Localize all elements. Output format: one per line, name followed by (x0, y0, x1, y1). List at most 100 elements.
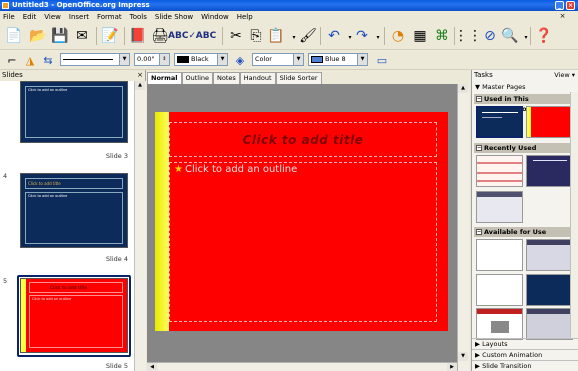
menu-window[interactable]: Window (201, 13, 229, 21)
menu-format[interactable]: Format (97, 13, 122, 21)
slide-thumbnail-4[interactable]: Click to add title Click to add an outli… (20, 173, 128, 248)
recently-used-header[interactable]: − Recently Used (474, 143, 577, 153)
master-page-photo[interactable] (476, 308, 523, 340)
area-color-select[interactable]: Blue 8 ▼ (308, 53, 368, 66)
scroll-up-icon[interactable]: ▲ (135, 81, 145, 90)
line-color-swatch (177, 55, 189, 63)
line-color-select[interactable]: Black ▼ (174, 53, 228, 66)
zoom-icon[interactable]: 🔍 (500, 26, 520, 46)
master-page-slate[interactable] (526, 308, 573, 340)
help-icon[interactable]: ❓ (534, 26, 554, 46)
workspace-horizontal-scrollbar[interactable]: ◀ ▶ (147, 362, 457, 371)
area-style-select[interactable]: Color ▼ (252, 53, 304, 66)
layouts-section[interactable]: ▶ Layouts (472, 338, 578, 349)
menu-edit[interactable]: Edit (23, 13, 37, 21)
close-panel-icon[interactable]: × (137, 70, 143, 80)
arrow-style-icon[interactable]: ⇆ (40, 52, 56, 68)
custom-animation-section[interactable]: ▶ Custom Animation (472, 349, 578, 360)
spellcheck-icon[interactable]: ABC✓ (168, 26, 196, 46)
scroll-down-icon[interactable]: ▼ (458, 352, 468, 361)
tasks-view-menu[interactable]: View ▾ (554, 70, 575, 81)
close-document-icon[interactable]: × (558, 12, 567, 21)
chevron-down-icon: ▼ (293, 54, 303, 65)
navigator-icon[interactable]: ⌘ (432, 26, 452, 46)
thumb-title-text: Click to add title (28, 181, 61, 186)
slides-scrollbar[interactable]: ▲ (134, 81, 146, 371)
menu-file[interactable]: File (3, 13, 15, 21)
slides-list[interactable]: Click to add an outline Slide 3 4 Click … (0, 81, 134, 371)
slide-label: Slide 4 (105, 255, 128, 263)
master-page-navy[interactable] (526, 155, 573, 187)
slide-number: 4 (3, 172, 8, 180)
menu-slide-show[interactable]: Slide Show (155, 13, 193, 21)
redo-icon[interactable]: ↷ (352, 26, 372, 46)
slide-transition-title: Slide Transition (482, 362, 532, 370)
available-for-use-header[interactable]: − Available for Use (474, 227, 577, 237)
master-page-white[interactable] (476, 239, 523, 271)
master-page-lavender[interactable] (526, 239, 573, 271)
chart-icon[interactable]: ◔ (388, 26, 408, 46)
chevron-down-icon: ▼ (217, 54, 227, 65)
slide-thumbnail-5[interactable]: Click to add title Click to add an outli… (20, 278, 128, 353)
draw-functions-icon[interactable]: ⊘ (480, 26, 500, 46)
menu-tools[interactable]: Tools (130, 13, 147, 21)
master-page-dark-blue[interactable] (476, 106, 523, 138)
minimize-button[interactable]: _ (555, 1, 564, 10)
tab-notes[interactable]: Notes (213, 72, 240, 84)
menu-help[interactable]: Help (237, 13, 253, 21)
thumb-yellow-bar (21, 279, 26, 352)
scroll-up-icon[interactable]: ▲ (458, 84, 468, 93)
menu-view[interactable]: View (44, 13, 61, 21)
line-icon[interactable]: ◮ (22, 52, 38, 68)
print-icon[interactable]: 🖨 (150, 26, 170, 46)
export-pdf-icon[interactable]: 📕 (128, 26, 148, 46)
app-icon (2, 2, 9, 9)
tasks-panel: Tasks View ▾ ▼ Master Pages − Used in Thi… (471, 70, 578, 371)
tasks-panel-title: Tasks (474, 71, 493, 79)
menu-insert[interactable]: Insert (69, 13, 89, 21)
open-folder-icon[interactable]: 📂 (28, 26, 48, 46)
shadow-icon[interactable]: ▭ (374, 52, 390, 68)
grid-icon[interactable]: ⋮⋮ (454, 26, 482, 46)
title-placeholder[interactable]: Click to add title (169, 122, 437, 157)
tab-slide-sorter[interactable]: Slide Sorter (275, 72, 322, 84)
available-for-use-title: Available for Use (484, 228, 547, 236)
outline-placeholder[interactable]: ★ Click to add an outline (169, 162, 437, 322)
tab-outline[interactable]: Outline (181, 72, 214, 84)
autospellcheck-icon[interactable]: ABC (196, 26, 216, 46)
new-document-icon[interactable]: 📄 (4, 26, 24, 46)
tab-handout[interactable]: Handout (239, 72, 276, 84)
window-title-bar: Untitled3 - OpenOffice.org Impress _ × (0, 0, 578, 11)
line-style-select[interactable]: ▼ (60, 53, 130, 66)
email-icon[interactable]: ✉ (72, 26, 92, 46)
tab-normal[interactable]: Normal (147, 72, 182, 84)
master-pages-section[interactable]: ▼ Master Pages (472, 82, 578, 92)
master-page-gray[interactable] (476, 191, 523, 223)
copy-icon[interactable]: ⎘ (246, 26, 266, 46)
master-page-blue[interactable] (526, 274, 573, 306)
slides-panel: Slides × Click to add an outline Slide 3… (0, 70, 146, 371)
line-width-field[interactable]: 0.00" ⇕ (134, 53, 170, 66)
undo-icon[interactable]: ↶ (324, 26, 344, 46)
scroll-right-icon[interactable]: ▶ (447, 363, 457, 371)
cut-icon[interactable]: ✂ (226, 26, 246, 46)
format-paintbrush-icon[interactable]: 🖌 (298, 26, 318, 46)
master-page-blank[interactable] (476, 274, 523, 306)
save-icon[interactable]: 💾 (50, 26, 70, 46)
slide-canvas[interactable]: Click to add title ★ Click to add an outl… (155, 112, 448, 331)
table-icon[interactable]: ▦ (410, 26, 430, 46)
slide-thumbnail-3[interactable]: Click to add an outline (20, 81, 128, 143)
workspace-vertical-scrollbar[interactable]: ▲ ▼ (457, 84, 469, 371)
zoom-dropdown-icon[interactable]: ▾ (518, 29, 534, 45)
edit-file-icon[interactable]: 📝 (100, 26, 120, 46)
slide-transition-section[interactable]: ▶ Slide Transition (472, 360, 578, 371)
master-page-stripes[interactable] (476, 155, 523, 187)
paste-icon[interactable]: 📋 (266, 26, 286, 46)
scroll-left-icon[interactable]: ◀ (147, 363, 157, 371)
tasks-scrollbar[interactable] (570, 92, 578, 338)
close-window-button[interactable]: × (566, 1, 575, 10)
styles-icon[interactable]: ⌐ (4, 52, 20, 68)
master-page-red[interactable] (526, 106, 573, 138)
area-icon[interactable]: ◈ (232, 52, 248, 68)
used-in-presentation-header[interactable]: −Used in This Presentation (474, 94, 577, 113)
